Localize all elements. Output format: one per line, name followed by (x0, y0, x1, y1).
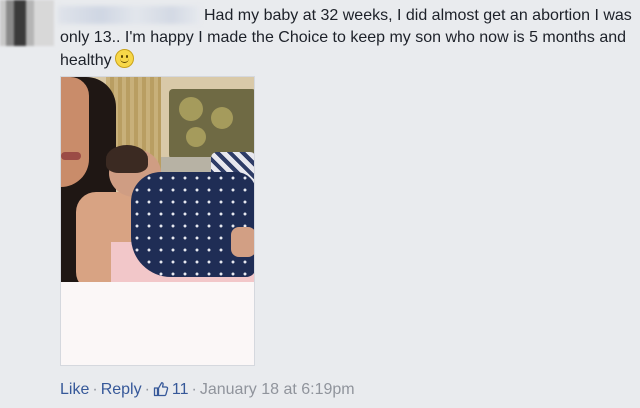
like-thumb-icon[interactable] (153, 381, 169, 397)
comment-text: Had my baby at 32 weeks, I did almost ge… (60, 7, 632, 69)
comment-body: Had my baby at 32 weeks, I did almost ge… (60, 5, 635, 72)
like-count[interactable]: 11 (172, 381, 189, 398)
separator: · (92, 381, 98, 398)
commenter-avatar[interactable] (0, 0, 54, 46)
like-link[interactable]: Like (60, 381, 89, 398)
smile-emoji-icon (114, 49, 134, 68)
separator: · (191, 381, 197, 398)
comment-photo[interactable] (60, 76, 255, 366)
reply-link[interactable]: Reply (101, 381, 142, 398)
separator: · (144, 381, 150, 398)
comment-timestamp[interactable]: January 18 at 6:19pm (200, 381, 355, 398)
comment-actions: Like · Reply · 11 · January 18 at 6:19pm (60, 381, 355, 399)
